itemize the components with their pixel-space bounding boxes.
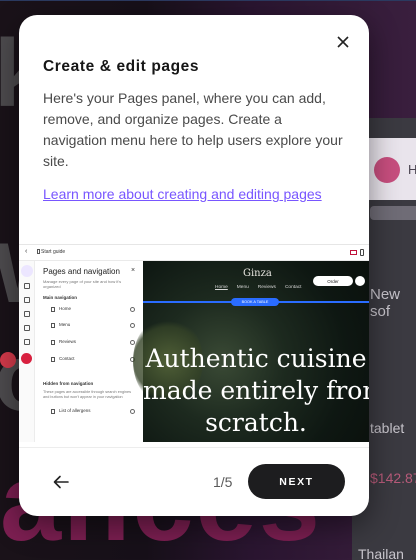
- site-navigation: Home Menu Reviews Contact: [215, 285, 301, 290]
- list-item: Home: [43, 305, 139, 315]
- page-icon: [51, 323, 55, 328]
- site-nav-item: Reviews: [257, 285, 276, 290]
- next-button[interactable]: NEXT: [248, 464, 345, 499]
- page-label: Contact: [59, 356, 75, 361]
- arrow-left-icon: [53, 475, 69, 489]
- site-order-chip: Order: [313, 276, 353, 286]
- top-border: [0, 0, 416, 1]
- page-label: Reviews: [59, 339, 77, 344]
- site-nav-item: Home: [215, 285, 228, 290]
- back-arrow-icon: ‹: [25, 248, 28, 255]
- learn-more-link[interactable]: Learn more about creating and editing pa…: [43, 186, 322, 202]
- close-icon: [337, 36, 349, 48]
- background-phone-tab: [370, 206, 416, 220]
- hero-line: scratch.: [205, 408, 307, 437]
- pages-panel: Pages and navigation × Manage every page…: [35, 261, 143, 442]
- hidden-nav-description: These pages are accessible through searc…: [43, 390, 132, 399]
- gear-icon: [130, 307, 135, 312]
- modal-title: Create & edit pages: [43, 58, 200, 75]
- hero-line: made entirely from: [143, 376, 369, 405]
- list-item: Menu: [43, 321, 139, 331]
- mobile-icon: [360, 249, 364, 256]
- list-item: Reviews: [43, 338, 139, 348]
- panel-subtitle: Manage every page of your site and how i…: [43, 279, 122, 289]
- pages-panel-illustration: ‹ Start guide Pages and navigation × Man…: [19, 244, 369, 442]
- gear-icon: [130, 323, 135, 328]
- background-phone-text: H: [408, 162, 416, 177]
- page-icon: [51, 340, 55, 345]
- modal-description: Here's your Pages panel, where you can a…: [43, 90, 343, 169]
- background-product-text: New sof: [370, 286, 401, 320]
- store-icon: [24, 325, 30, 331]
- site-hero-text: Authentic cuisine made entirely from scr…: [143, 343, 369, 439]
- page-icon: [51, 409, 55, 414]
- page-label: Home: [59, 306, 72, 311]
- page-icon: [51, 357, 55, 362]
- onboarding-modal: Create & edit pages Here's your Pages pa…: [19, 15, 369, 516]
- hidden-nav-heading: Hidden from navigation: [43, 381, 94, 386]
- list-item: List of allergens: [43, 407, 139, 417]
- start-guide-label: Start guide: [41, 249, 66, 255]
- panel-title: Pages and navigation: [43, 267, 120, 276]
- footer-divider: [19, 447, 369, 448]
- site-nav-item: Contact: [284, 285, 302, 290]
- page-label: List of allergens: [59, 408, 91, 413]
- apps-icon: [24, 339, 30, 345]
- avatar: [374, 157, 400, 183]
- background-badge-icon: [0, 352, 16, 368]
- editor-sidebar-rail: [19, 261, 35, 442]
- close-button[interactable]: [332, 31, 354, 53]
- background-price-text: $142.87: [370, 470, 416, 486]
- main-nav-heading: Main navigation: [43, 295, 78, 300]
- page-label: Menu: [59, 322, 71, 327]
- cart-icon: [355, 276, 365, 286]
- page-icon: [51, 307, 55, 312]
- step-counter: 1/5: [213, 474, 233, 490]
- add-icon: [24, 297, 30, 303]
- desktop-icon: [350, 250, 357, 255]
- guide-icon: [37, 249, 40, 254]
- list-item: Contact: [43, 355, 139, 365]
- design-icon: [24, 311, 30, 317]
- gear-icon: [130, 409, 135, 414]
- background-product-text: Thailan: [358, 546, 404, 560]
- editor-top-bar: ‹ Start guide: [19, 245, 369, 261]
- notification-icon: [21, 353, 32, 364]
- background-product-text: tablet: [370, 420, 405, 436]
- site-nav-item: Menu: [236, 285, 249, 290]
- site-logo: Ginza: [243, 268, 272, 279]
- site-cta-button: BOOK A TABLE: [231, 298, 279, 306]
- back-button[interactable]: [49, 470, 73, 494]
- close-icon: ×: [131, 267, 136, 274]
- hero-line: Authentic cuisine: [145, 344, 367, 373]
- settings-icon: [24, 283, 30, 289]
- site-preview: Ginza Home Menu Reviews Contact Order BO…: [133, 261, 369, 442]
- pages-icon: [21, 265, 33, 277]
